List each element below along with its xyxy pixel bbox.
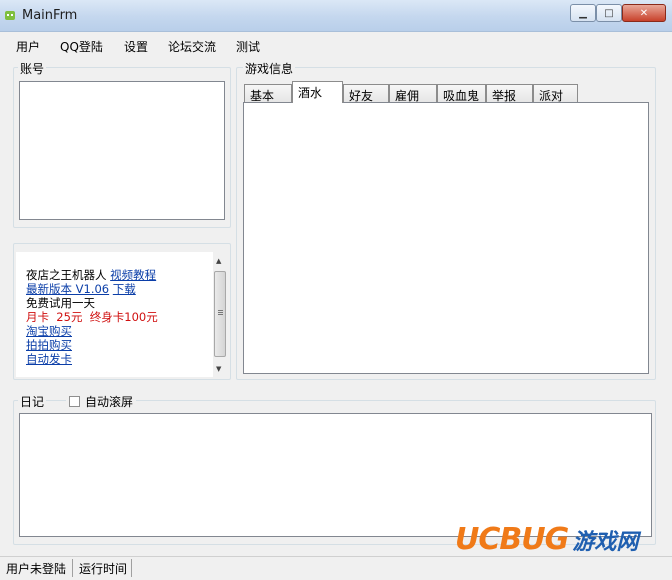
minimize-icon: ▁ bbox=[579, 7, 587, 19]
close-button[interactable]: ✕ bbox=[622, 4, 666, 22]
autoscroll-label: 自动滚屏 bbox=[85, 395, 134, 409]
tab-content-panel bbox=[243, 102, 649, 374]
maximize-icon: □ bbox=[604, 7, 614, 19]
maximize-button[interactable]: □ bbox=[596, 4, 622, 22]
status-separator bbox=[72, 559, 73, 577]
scroll-up-icon[interactable]: ▲ bbox=[216, 257, 221, 265]
window-title: MainFrm bbox=[22, 8, 78, 23]
scroll-thumb[interactable] bbox=[214, 271, 226, 357]
minimize-button[interactable]: ▁ bbox=[570, 4, 596, 22]
download-link[interactable]: 下载 bbox=[113, 282, 136, 296]
log-textarea[interactable] bbox=[19, 413, 652, 537]
auto-card-link[interactable]: 自动发卡 bbox=[26, 351, 72, 367]
info-scrollbar[interactable]: ▲ ▼ bbox=[213, 255, 227, 378]
status-separator bbox=[131, 559, 132, 577]
close-icon: ✕ bbox=[639, 7, 649, 19]
watermark-brand: UCBUG bbox=[455, 522, 569, 557]
app-icon bbox=[5, 11, 15, 20]
menu-forum[interactable]: 论坛交流 bbox=[168, 38, 216, 55]
menu-qq-login[interactable]: QQ登陆 bbox=[60, 38, 103, 55]
tab-drinks[interactable]: 酒水 bbox=[292, 81, 343, 103]
tab-basic[interactable]: 基本 bbox=[244, 84, 292, 103]
autoscroll-checkbox[interactable] bbox=[69, 396, 80, 407]
product-name: 夜店之王机器人 bbox=[26, 268, 107, 282]
account-label: 账号 bbox=[18, 60, 47, 77]
login-status: 用户未登陆 bbox=[6, 562, 67, 576]
game-info-label: 游戏信息 bbox=[243, 60, 296, 77]
menu-bar: 用户 QQ登陆 设置 论坛交流 测试 bbox=[0, 32, 672, 56]
tab-report[interactable]: 举报 bbox=[486, 84, 533, 103]
tab-hire[interactable]: 雇佣 bbox=[389, 84, 437, 103]
log-label: 日记 bbox=[18, 393, 47, 410]
tab-party[interactable]: 派对 bbox=[533, 84, 578, 103]
latest-version-link[interactable]: 最新版本 V1.06 bbox=[26, 282, 109, 296]
title-bar: MainFrm ▁ □ ✕ bbox=[0, 0, 672, 32]
tab-vampire[interactable]: 吸血鬼 bbox=[437, 84, 486, 103]
scroll-down-icon[interactable]: ▼ bbox=[216, 365, 221, 373]
runtime-status: 运行时间 bbox=[79, 562, 128, 576]
menu-settings[interactable]: 设置 bbox=[124, 38, 148, 55]
menu-test[interactable]: 测试 bbox=[236, 38, 260, 55]
menu-user[interactable]: 用户 bbox=[16, 38, 40, 55]
video-tutorial-link[interactable]: 视频教程 bbox=[110, 268, 156, 282]
status-bar: 用户未登陆 运行时间 bbox=[0, 556, 672, 580]
account-list[interactable] bbox=[19, 81, 225, 220]
window-controls: ▁ □ ✕ bbox=[570, 4, 668, 22]
tab-friends[interactable]: 好友 bbox=[343, 84, 389, 103]
autoscroll-checkbox-row[interactable]: 自动滚屏 bbox=[66, 393, 137, 410]
